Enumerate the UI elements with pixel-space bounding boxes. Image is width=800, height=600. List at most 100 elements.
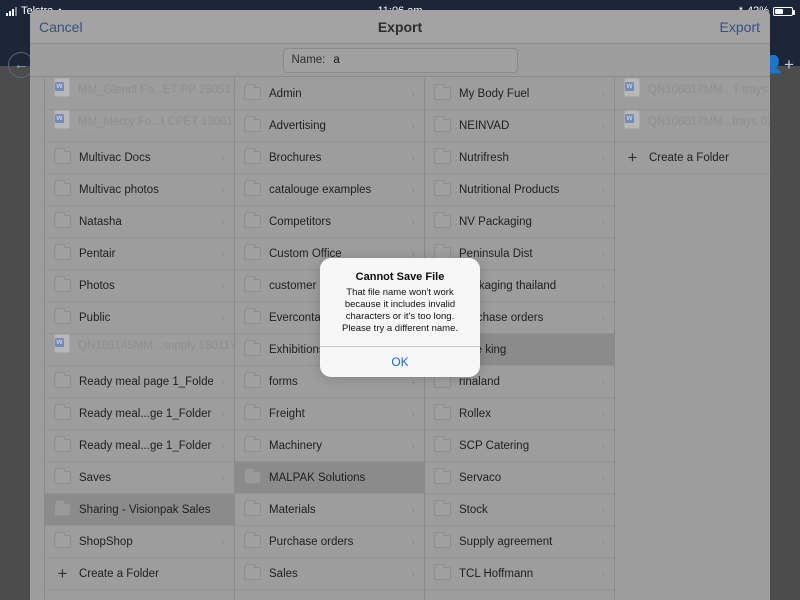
folder-icon (434, 212, 451, 228)
folder-row[interactable]: Public › (45, 302, 234, 334)
folder-row[interactable]: Purchase orders › (235, 526, 424, 558)
chevron-right-icon: › (601, 406, 605, 421)
folder-row[interactable]: Supply agreement › (425, 526, 614, 558)
folder-row[interactable]: Servaco › (425, 462, 614, 494)
folder-name-label: Ready meal...ge 1_Folder 0 (79, 407, 213, 420)
folder-name-label: catalouge examples (269, 183, 372, 196)
folder-row[interactable]: Multivac Docs › (45, 142, 234, 174)
folder-row[interactable]: Advertising › (235, 110, 424, 142)
folder-icon (434, 404, 451, 420)
cannot-save-file-alert: Cannot Save File That file name won't wo… (320, 258, 480, 377)
export-button[interactable]: Export (720, 19, 760, 35)
folder-name-label: Sharing - Visionpak Sales (79, 503, 211, 516)
file-row[interactable]: QN106017MM...trays 0307173/7/17 (615, 110, 770, 142)
file-row[interactable]: QN105145MM...supply 18011718/1/17 (45, 334, 234, 366)
folder-row[interactable]: SCP Catering › (425, 430, 614, 462)
folder-icon (434, 564, 451, 580)
folder-row[interactable]: NEINVAD › (425, 110, 614, 142)
alert-ok-button[interactable]: OK (320, 347, 480, 377)
chevron-right-icon: › (411, 118, 415, 133)
file-text-stack: MM_Glendl Fo...ET PP 250517 25/5/17 (78, 78, 234, 106)
folder-name-label: Stock (459, 503, 488, 516)
chevron-right-icon: › (601, 502, 605, 517)
folder-row[interactable]: Photos › (45, 270, 234, 302)
folder-name-label: Advertising (269, 119, 326, 132)
folder-row[interactable]: Materials › (235, 494, 424, 526)
folder-name-label: Purchase orders (269, 535, 354, 548)
folder-row[interactable]: Saves › (45, 462, 234, 494)
folder-icon (244, 116, 261, 132)
folder-name-label: Competitors (269, 215, 331, 228)
folder-name-label: Sales (269, 567, 298, 580)
folder-row[interactable]: Competitors › (235, 206, 424, 238)
file-row[interactable]: MM_Glendl Fo...ET PP 25051725/5/17 (45, 78, 234, 110)
folder-row[interactable]: catalouge examples › (235, 174, 424, 206)
folder-row[interactable]: ShopShop › (45, 526, 234, 558)
folder-icon (244, 532, 261, 548)
folder-name-label: Brochures (269, 151, 322, 164)
folder-row[interactable]: Ready meal...ge 1_Folder 1 › (45, 430, 234, 462)
folder-name-label: Ready meal...ge 1_Folder 1 (79, 439, 213, 452)
folder-name-label: Materials (269, 503, 316, 516)
chevron-right-icon: › (221, 278, 225, 293)
alert-title: Cannot Save File (355, 271, 445, 283)
folder-row[interactable]: Machinery › (235, 430, 424, 462)
folder-row[interactable]: Brochures › (235, 142, 424, 174)
file-text-stack: MM_Mercy Fo...t CPET 130617 13/6/17 (78, 110, 234, 138)
folder-row[interactable]: Rollex › (425, 398, 614, 430)
folder-row[interactable]: Nutrifresh › (425, 142, 614, 174)
create-folder-button[interactable]: + Create a Folder (615, 142, 770, 174)
folder-row[interactable]: Sharing - Visionpak Sales › (45, 494, 234, 526)
chevron-right-icon: › (411, 406, 415, 421)
folder-row[interactable]: TCL Hoffmann › (425, 558, 614, 590)
create-folder-button[interactable]: + Create a Folder (45, 558, 234, 590)
column-sliver (30, 78, 45, 600)
cancel-button[interactable]: Cancel (39, 19, 83, 35)
chevron-right-icon: › (221, 182, 225, 197)
folder-name-label: Supply agreement (459, 535, 553, 548)
chevron-right-icon: › (221, 470, 225, 485)
folder-row[interactable]: Natasha › (45, 206, 234, 238)
chevron-right-icon: › (601, 470, 605, 485)
chevron-right-icon: › (411, 534, 415, 549)
battery-icon (773, 6, 795, 16)
folder-row[interactable]: Ready meal page 1_Folder › (45, 366, 234, 398)
word-doc-icon (624, 78, 640, 97)
folder-row[interactable]: Freight › (235, 398, 424, 430)
folder-name-label: Pentair (79, 247, 116, 260)
folder-row[interactable]: Admin › (235, 78, 424, 110)
folder-row[interactable]: MALPAK Solutions › (235, 462, 424, 494)
folder-name-label: Natasha (79, 215, 122, 228)
file-row[interactable]: QN106017MM...T trays 031017Yesterday, 3:… (615, 78, 770, 110)
folder-icon (244, 564, 261, 580)
chevron-right-icon: › (411, 214, 415, 229)
folder-name-label: Multivac Docs (79, 151, 151, 164)
file-text-stack: QN106017MM...T trays 031017Yesterday, 3:… (648, 78, 770, 106)
folder-icon (434, 148, 451, 164)
folder-row[interactable]: Nutritional Products › (425, 174, 614, 206)
file-row[interactable]: MM_Mercy Fo...t CPET 13061713/6/17 (45, 110, 234, 142)
folder-icon (244, 468, 261, 484)
folder-row[interactable]: NV Packaging › (425, 206, 614, 238)
folder-row[interactable]: Pentair › (45, 238, 234, 270)
folder-row[interactable]: Stock › (425, 494, 614, 526)
folder-row[interactable]: Ready meal...ge 1_Folder 0 › (45, 398, 234, 430)
folder-name-label: Nutritional Products (459, 183, 560, 196)
name-input[interactable]: Name: a (282, 47, 518, 73)
folder-icon (244, 404, 261, 420)
chevron-right-icon: › (601, 310, 605, 325)
chevron-right-icon: › (411, 502, 415, 517)
folder-icon (434, 532, 451, 548)
folder-name-label: Nutrifresh (459, 151, 509, 164)
folder-icon (54, 436, 71, 452)
folder-icon (54, 180, 71, 196)
file-date-label: 3/7/17 (648, 129, 669, 138)
chevron-right-icon: › (221, 534, 225, 549)
folder-row[interactable]: Multivac photos › (45, 174, 234, 206)
folder-row[interactable]: Sales › (235, 558, 424, 590)
folder-row[interactable]: My Body Fuel › (425, 78, 614, 110)
file-date-label: 13/6/17 (78, 129, 104, 138)
word-doc-icon (54, 110, 70, 129)
folder-icon (434, 500, 451, 516)
name-field-value: a (333, 54, 340, 66)
